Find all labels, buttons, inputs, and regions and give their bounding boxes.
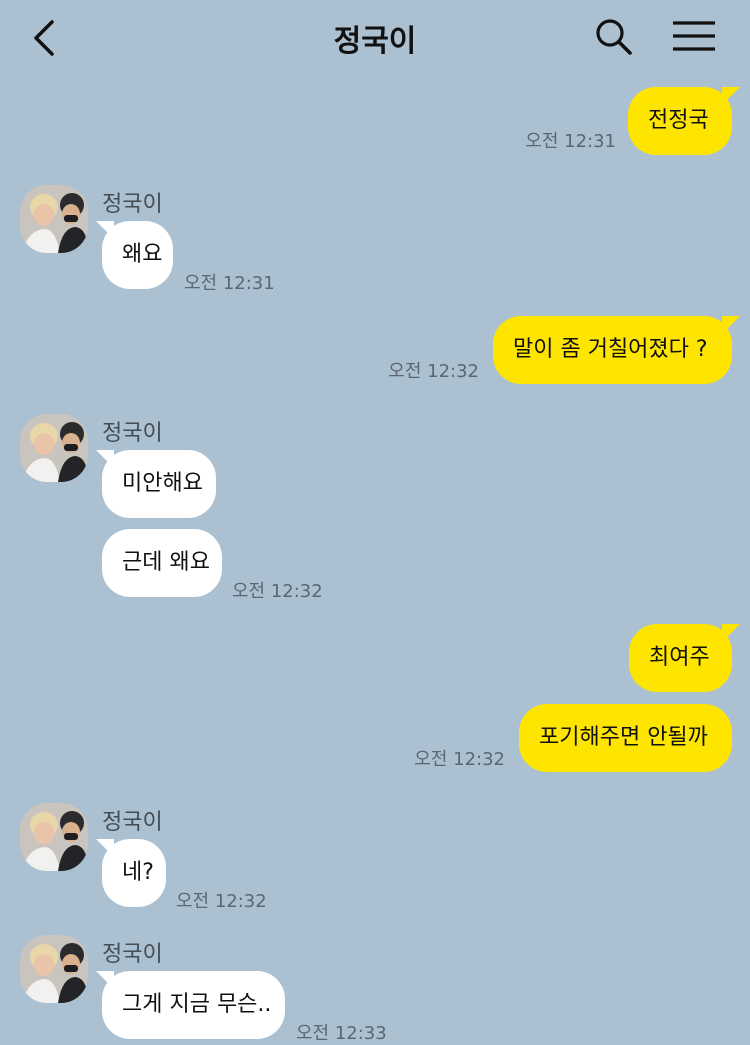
outgoing-message-bubble[interactable]: 말이 좀 거칠어졌다 ? [493, 316, 732, 384]
incoming-message-bubble[interactable]: 왜요 [102, 221, 173, 289]
sender-name: 정국이 [102, 810, 163, 835]
outgoing-message-bubble[interactable]: 포기해주면 안될까 [519, 704, 732, 772]
message-time: 오전 12:32 [414, 749, 505, 770]
sender-name: 정국이 [102, 421, 163, 446]
message-time: 오전 12:31 [525, 131, 616, 152]
hamburger-menu-icon [673, 21, 715, 51]
incoming-message-bubble[interactable]: 미안해요 [102, 450, 216, 518]
profile-photo [20, 935, 88, 1003]
bubble-tail [722, 316, 740, 334]
search-icon [596, 19, 632, 55]
chat-header: 정국이 [0, 0, 750, 78]
profile-photo [20, 803, 88, 871]
incoming-message-bubble[interactable]: 네? [102, 839, 166, 907]
message-time: 오전 12:31 [184, 273, 275, 294]
sender-name: 정국이 [102, 192, 163, 217]
avatar[interactable] [20, 414, 88, 482]
profile-photo [20, 185, 88, 253]
incoming-message-bubble[interactable]: 근데 왜요 [102, 529, 222, 597]
message-time: 오전 12:32 [176, 891, 267, 912]
sender-name: 정국이 [102, 942, 163, 967]
outgoing-message-bubble[interactable]: 최여주 [629, 624, 732, 692]
bubble-tail [722, 624, 740, 642]
menu-button[interactable] [668, 12, 720, 62]
bubble-tail [722, 87, 740, 105]
incoming-message-bubble[interactable]: 그게 지금 무슨.. [102, 971, 285, 1039]
message-time: 오전 12:32 [232, 581, 323, 602]
avatar[interactable] [20, 185, 88, 253]
avatar[interactable] [20, 935, 88, 1003]
message-time: 오전 12:32 [388, 361, 479, 382]
avatar[interactable] [20, 803, 88, 871]
profile-photo [20, 414, 88, 482]
message-time: 오전 12:33 [296, 1023, 387, 1044]
search-button[interactable] [590, 12, 640, 62]
outgoing-message-bubble[interactable]: 전정국 [628, 87, 732, 155]
